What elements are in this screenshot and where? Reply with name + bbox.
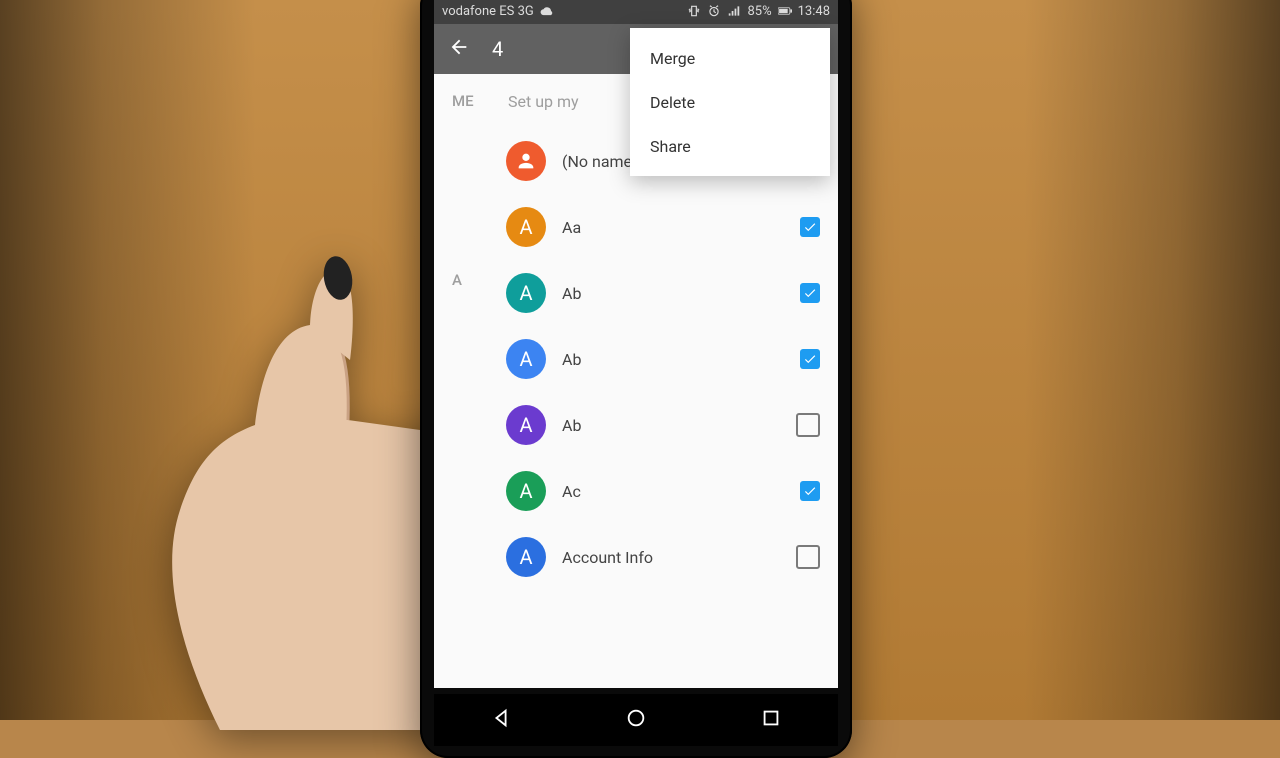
check-icon [803, 286, 817, 300]
square-recent-icon [760, 707, 782, 729]
letter-avatar: A [506, 339, 546, 379]
check-icon [803, 220, 817, 234]
triangle-back-icon [490, 707, 512, 729]
back-button[interactable] [448, 36, 470, 63]
menu-item-delete[interactable]: Delete [630, 80, 830, 124]
contact-checkbox[interactable] [800, 217, 820, 237]
nav-recent-button[interactable] [760, 707, 782, 733]
selection-count: 4 [492, 37, 503, 61]
letter-avatar: A [506, 471, 546, 511]
vibrate-icon [687, 4, 701, 18]
contact-checkbox[interactable] [800, 349, 820, 369]
battery-icon [778, 4, 792, 18]
person-avatar [506, 141, 546, 181]
contact-checkbox[interactable] [800, 481, 820, 501]
letter-avatar: A [506, 207, 546, 247]
signal-icon [727, 4, 741, 18]
menu-item-merge[interactable]: Merge [630, 36, 830, 80]
contact-row[interactable]: A Aa [434, 194, 838, 260]
contact-checkbox[interactable] [800, 283, 820, 303]
circle-home-icon [625, 707, 647, 729]
letter-avatar: A [506, 273, 546, 313]
contact-name: Ab [562, 416, 780, 435]
contact-row[interactable]: A Account Info [434, 524, 838, 590]
battery-percent: 85% [747, 4, 771, 19]
contact-row[interactable]: A Ab [434, 392, 838, 458]
me-header: ME [452, 92, 490, 110]
android-nav-bar [434, 694, 838, 746]
contact-name: Ab [562, 284, 784, 303]
contact-name: Account Info [562, 548, 780, 567]
phone-screen: vodafone ES 3G 85% 13:48 4 ME Set up my … [434, 0, 838, 688]
contact-checkbox[interactable] [796, 413, 820, 437]
alarm-icon [707, 4, 721, 18]
contact-name: Ab [562, 350, 784, 369]
clock-label: 13:48 [798, 4, 830, 19]
person-icon [515, 150, 537, 172]
check-icon [803, 484, 817, 498]
contact-row[interactable]: A Ab [434, 326, 838, 392]
nav-home-button[interactable] [625, 707, 647, 733]
phone-frame: vodafone ES 3G 85% 13:48 4 ME Set up my … [420, 0, 852, 758]
menu-item-share[interactable]: Share [630, 124, 830, 168]
overflow-menu: Merge Delete Share [630, 28, 830, 176]
check-icon [803, 352, 817, 366]
carrier-label: vodafone ES 3G [442, 4, 534, 19]
contact-checkbox[interactable] [796, 545, 820, 569]
contact-name: Ac [562, 482, 784, 501]
status-bar: vodafone ES 3G 85% 13:48 [434, 0, 838, 24]
arrow-left-icon [448, 36, 470, 58]
letter-avatar: A [506, 537, 546, 577]
contact-row[interactable]: A Ac [434, 458, 838, 524]
contact-row[interactable]: A Ab [434, 260, 838, 326]
contact-name: Aa [562, 218, 784, 237]
nav-back-button[interactable] [490, 707, 512, 733]
cloud-icon [540, 4, 554, 18]
section-header: A [452, 271, 462, 289]
me-setup-label: Set up my [508, 92, 579, 111]
letter-avatar: A [506, 405, 546, 445]
